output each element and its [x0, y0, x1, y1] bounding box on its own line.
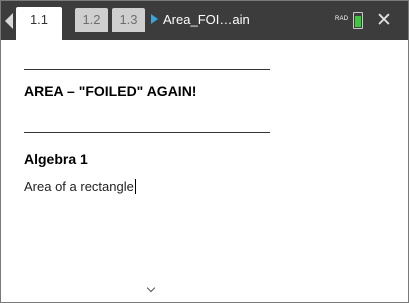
tab-label: 1.1 [29, 12, 49, 27]
tab-1-3[interactable]: 1.3 [112, 8, 145, 32]
play-arrow-icon [151, 14, 158, 24]
tab-label: 1.3 [119, 12, 138, 27]
notes-text-area[interactable]: Area of a rectangle [24, 179, 136, 194]
notes-text: Area of a rectangle [24, 179, 134, 194]
close-icon[interactable]: ✕ [370, 7, 398, 33]
divider-top [24, 69, 270, 70]
section-subheading: Algebra 1 [24, 151, 88, 167]
tab-1-2[interactable]: 1.2 [75, 8, 108, 32]
battery-level-fill [355, 16, 361, 27]
document-title[interactable]: Area_FOI…ain [163, 9, 250, 31]
divider-bottom [24, 132, 270, 133]
page-heading: AREA – "FOILED" AGAIN! [24, 83, 197, 99]
notes-page: 1.1 1.2 1.3 Area_FOI…ain RAD ✕ AREA – "F… [0, 0, 409, 303]
left-triangle-icon[interactable] [5, 13, 13, 29]
tab-label: 1.2 [82, 12, 101, 27]
tab-bar: 1.1 1.2 1.3 Area_FOI…ain RAD ✕ [1, 1, 408, 40]
tab-1-1[interactable]: 1.1 [16, 7, 62, 40]
angle-mode-indicator: RAD [335, 16, 349, 22]
battery-icon [353, 12, 363, 29]
text-cursor [134, 179, 136, 194]
chevron-down-icon[interactable] [146, 283, 156, 293]
